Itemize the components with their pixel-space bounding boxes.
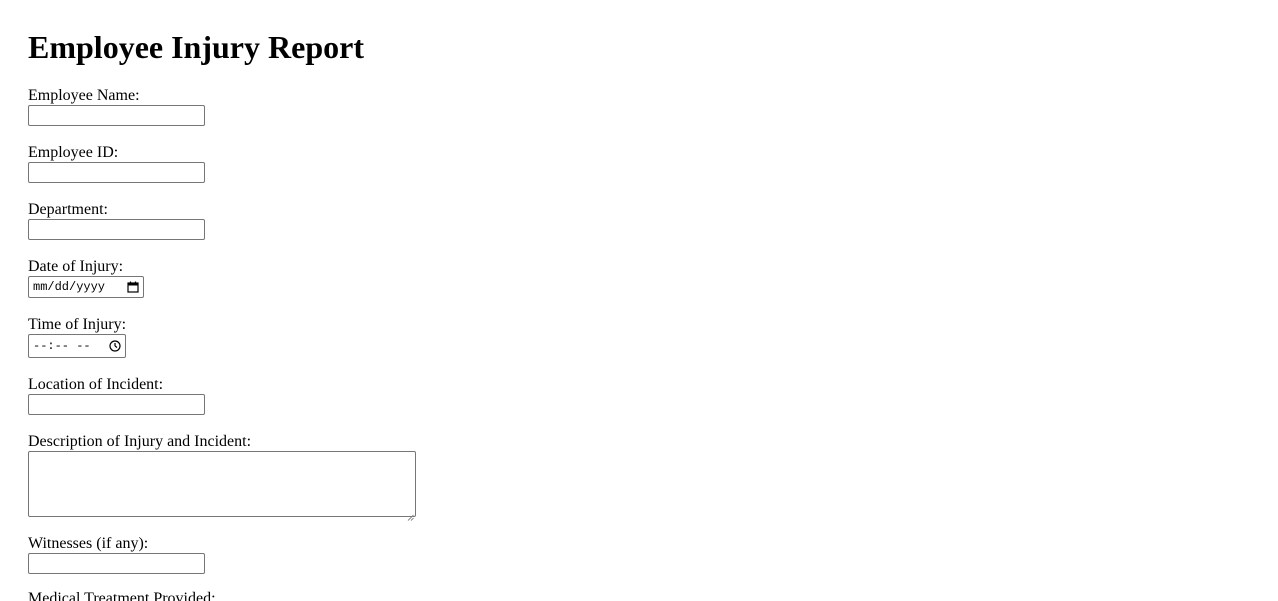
location-input[interactable] xyxy=(28,394,205,415)
calendar-icon[interactable] xyxy=(127,281,139,293)
employee-name-input[interactable] xyxy=(28,105,205,126)
medical-treatment-field: Medical Treatment Provided: xyxy=(28,590,216,601)
location-field: Location of Incident: xyxy=(28,376,205,415)
department-input[interactable] xyxy=(28,219,205,240)
page-title: Employee Injury Report xyxy=(28,29,364,65)
witnesses-input[interactable] xyxy=(28,553,205,574)
employee-name-field: Employee Name: xyxy=(28,87,205,126)
date-placeholder: mm/dd/yyyy xyxy=(33,280,106,294)
department-label: Department: xyxy=(28,201,108,218)
employee-id-field: Employee ID: xyxy=(28,144,205,183)
employee-name-label: Employee Name: xyxy=(28,87,140,104)
time-of-injury-field: Time of Injury: --:-- -- xyxy=(28,316,126,358)
date-of-injury-field: Date of Injury: mm/dd/yyyy xyxy=(28,258,144,298)
date-of-injury-label: Date of Injury: xyxy=(28,258,124,275)
description-field: Description of Injury and Incident: xyxy=(28,433,416,521)
witnesses-label: Witnesses (if any): xyxy=(28,535,149,552)
date-of-injury-input[interactable]: mm/dd/yyyy xyxy=(28,276,144,298)
description-textarea[interactable] xyxy=(28,451,416,521)
time-of-injury-input[interactable]: --:-- -- xyxy=(28,334,126,358)
clock-icon[interactable] xyxy=(109,340,121,352)
resize-grip-icon[interactable] xyxy=(407,508,414,521)
time-placeholder: --:-- -- xyxy=(33,339,91,353)
location-label: Location of Incident: xyxy=(28,376,164,393)
witnesses-field: Witnesses (if any): xyxy=(28,535,205,574)
description-label: Description of Injury and Incident: xyxy=(28,433,252,450)
time-of-injury-label: Time of Injury: xyxy=(28,316,127,333)
employee-id-label: Employee ID: xyxy=(28,144,119,161)
employee-id-input[interactable] xyxy=(28,162,205,183)
medical-treatment-label: Medical Treatment Provided: xyxy=(28,590,216,601)
department-field: Department: xyxy=(28,201,205,240)
